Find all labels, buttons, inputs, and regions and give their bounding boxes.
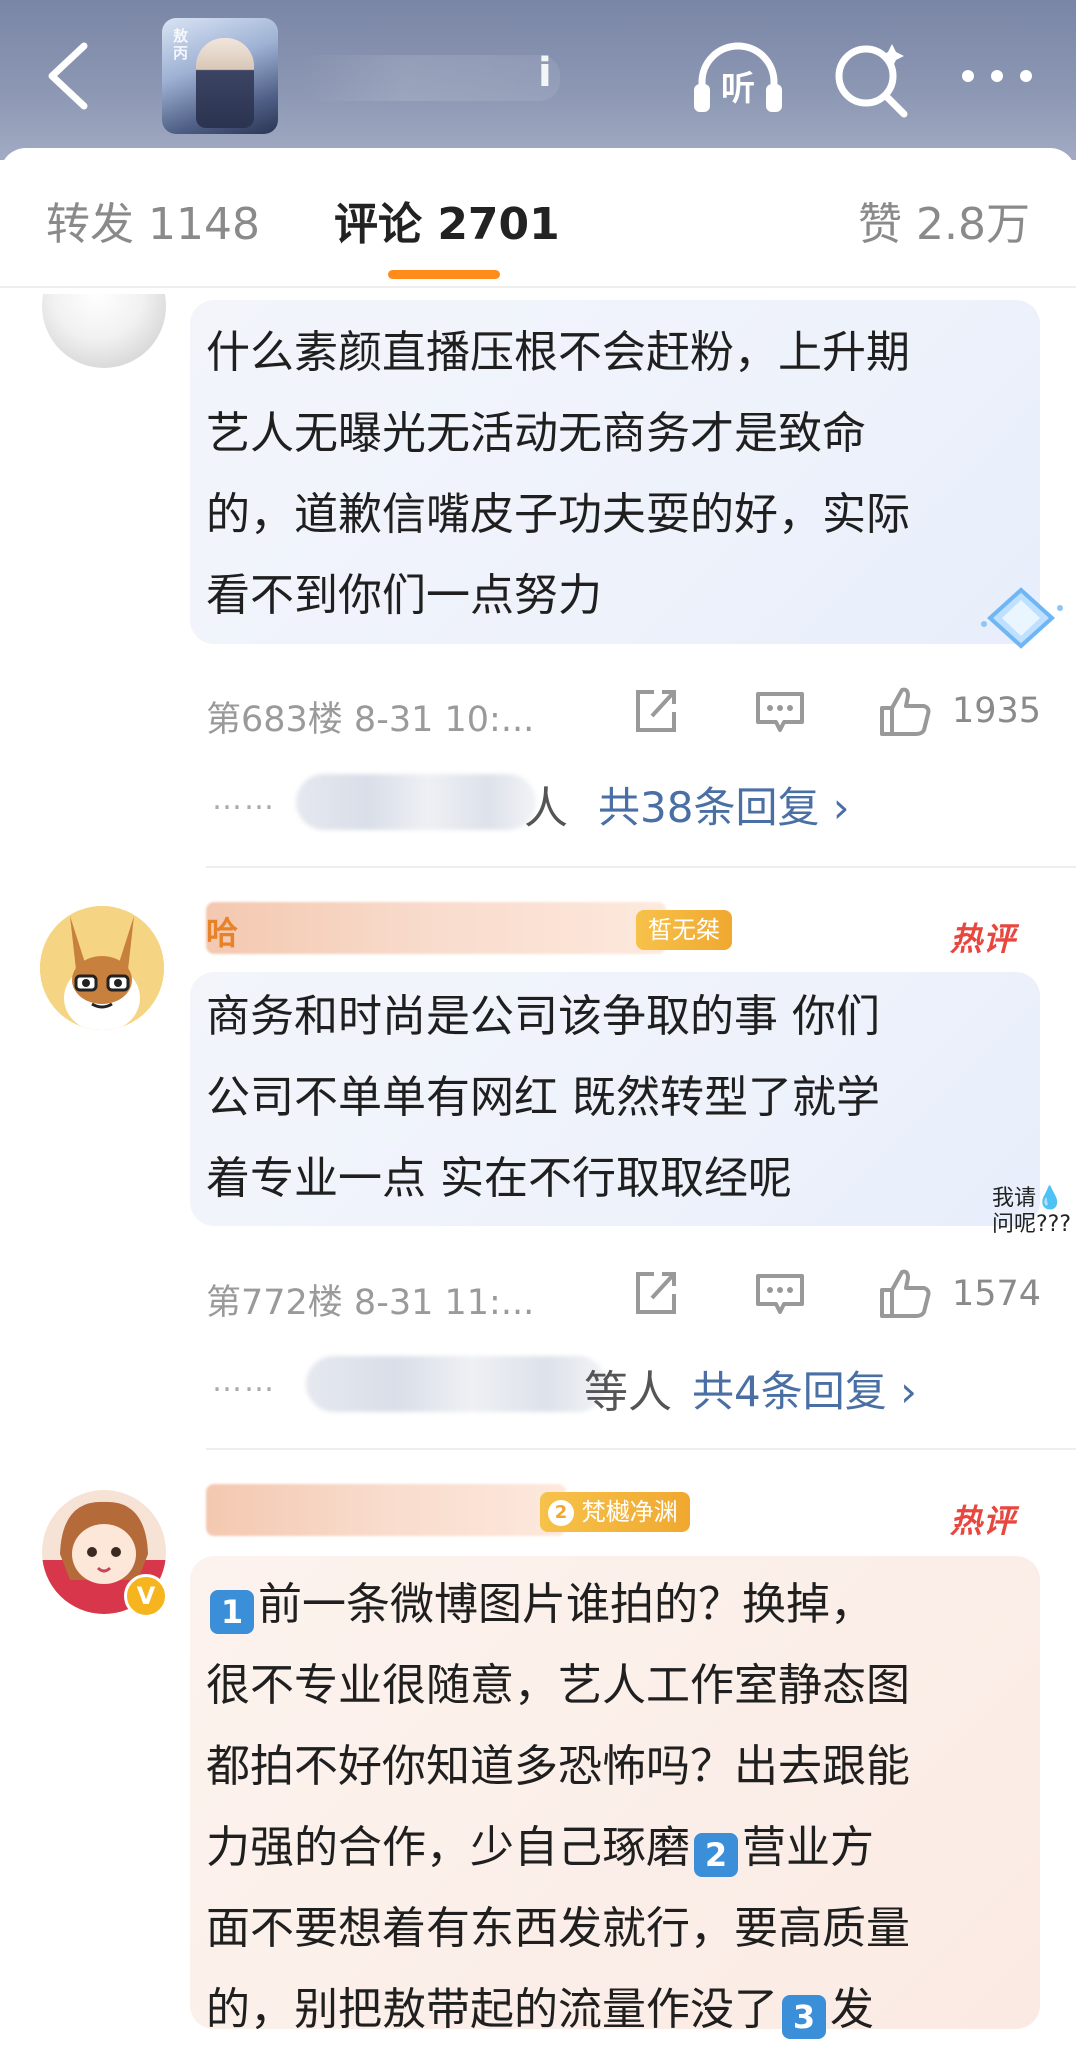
username-fragment[interactable]: 哈 (206, 908, 238, 954)
more-options-icon[interactable] (952, 38, 1042, 118)
reply-dots: …… (212, 782, 276, 817)
comment-text-segment: 的，别把敖带起的流量作没了 (206, 1984, 778, 2035)
comment-text-line: 艺人无曝光无活动无商务才是致命 (206, 408, 866, 459)
view-replies-link[interactable]: 共4条回复 › (692, 1358, 917, 1419)
fan-badge[interactable]: 2 梵樾净渊 (540, 1492, 690, 1532)
hot-comment-label: 热评 (950, 920, 1017, 958)
comment-text-line: 1 前一条微博图片谁拍的？换掉， (206, 1564, 874, 1645)
comment-icon[interactable] (754, 688, 806, 736)
comment-text-line: 都拍不好你知道多恐怖吗？出去跟能 (206, 1741, 910, 1792)
comment-text-segment: 发 (830, 1984, 874, 2035)
fan-level: 2 (548, 1500, 574, 1526)
reply-tail-text: 人 (524, 783, 568, 834)
comment-text-segment: 前一条微博图片谁拍的？换掉， (258, 1579, 874, 1630)
comment-text-line: 着专业一点 实在不行取取经呢 (206, 1153, 792, 1204)
comment-text-line: 力强的合作，少自己琢磨 2 营业方 (206, 1807, 874, 1888)
listen-headphones-icon[interactable]: 听 (688, 38, 788, 118)
blurred-reply-names (306, 1356, 606, 1412)
comment-text-line: 商务和时尚是公司该争取的事 你们 (206, 991, 880, 1042)
blurred-title (300, 55, 560, 101)
verified-badge: V (124, 1574, 168, 1618)
comment-separator (206, 866, 1076, 868)
blurred-username (206, 1484, 566, 1536)
bunny-avatar-icon (40, 906, 164, 1030)
comment-text-line: 什么素颜直播压根不会赶粉，上升期 (206, 327, 910, 378)
like-count: 1574 (952, 1274, 1042, 1314)
top-bar: 敖丙 i 听 (0, 0, 1076, 160)
tab-comments[interactable]: 评论 2701 (334, 188, 560, 252)
search-icon[interactable] (826, 38, 916, 118)
tab-reposts[interactable]: 转发 1148 (46, 188, 260, 252)
comment-icon[interactable] (754, 1270, 806, 1318)
back-arrow-icon[interactable] (40, 36, 100, 116)
comment-text-line: 公司不单单有网红 既然转型了就学 (206, 1072, 880, 1123)
blurred-username (206, 902, 666, 954)
repost-icon[interactable] (630, 686, 680, 736)
music-cover-thumbnail[interactable]: 敖丙 (162, 18, 278, 134)
reply-tail-text: 等人 (584, 1367, 672, 1418)
comment-text-line: 看不到你们一点努力 (206, 570, 602, 621)
comment-text-line: 的，道歉信嘴皮子功夫耍的好，实际 (206, 489, 910, 540)
avatar[interactable] (40, 906, 164, 1030)
repost-icon[interactable] (630, 1268, 680, 1318)
blurred-reply-names (296, 774, 536, 830)
keycap-one-icon: 1 (210, 1590, 254, 1634)
tab-likes[interactable]: 赞 2.8万 (858, 188, 1030, 252)
comment-text-segment: 力强的合作，少自己琢磨 (206, 1822, 690, 1873)
sticker-line: 我请💧 (992, 1186, 1064, 1211)
comment-separator (206, 1448, 1076, 1450)
sticker-line: 问呢??? (992, 1212, 1072, 1237)
fan-badge-label: 梵樾净渊 (581, 1498, 678, 1526)
comment-text-line: 很不专业很随意，艺人工作室静态图 (206, 1660, 910, 1711)
active-tab-indicator (388, 270, 500, 279)
floor-timestamp: 第772楼 8-31 11:... (206, 1283, 535, 1323)
like-count: 1935 (952, 691, 1042, 731)
cover-text: 敖丙 (171, 28, 189, 62)
tab-bar: 转发 1148 评论 2701 赞 2.8万 (0, 148, 1076, 288)
floor-timestamp: 第683楼 8-31 10:... (206, 700, 535, 740)
keycap-two-icon: 2 (694, 1833, 738, 1877)
fan-badge[interactable]: 皙无桀 (636, 910, 732, 950)
like-thumb-icon[interactable] (876, 1266, 932, 1320)
sticker-text: 我请💧 问呢??? (992, 1186, 1071, 1238)
title-fragment: i (538, 50, 552, 96)
comment-text-line: 面不要想着有东西发就行，要高质量 (206, 1903, 910, 1954)
diamond-sticker-icon (981, 587, 1063, 649)
listen-label: 听 (721, 69, 755, 109)
comment-text-segment: 营业方 (742, 1822, 874, 1873)
comment-text-line: 的，别把敖带起的流量作没了 3 发 (206, 1969, 874, 2050)
like-thumb-icon[interactable] (876, 684, 932, 738)
view-replies-link[interactable]: 共38条回复 › (598, 774, 850, 835)
reply-dots: …… (212, 1364, 276, 1399)
hot-comment-label: 热评 (950, 1502, 1017, 1540)
keycap-three-icon: 3 (782, 1995, 826, 2039)
tabs-divider (0, 286, 1076, 288)
cover-figure (196, 38, 254, 128)
